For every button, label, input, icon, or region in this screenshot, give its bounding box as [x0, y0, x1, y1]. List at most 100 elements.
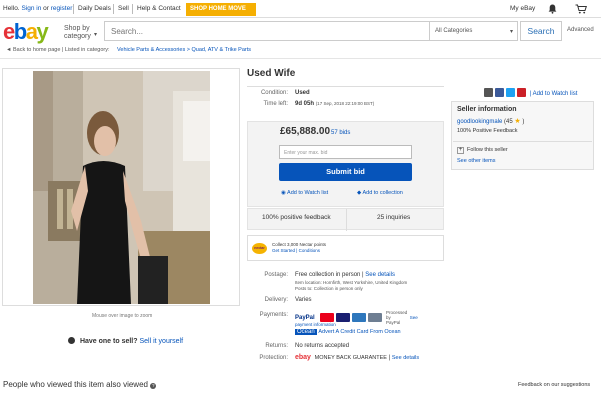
ocean-advert[interactable]: Ocean Advert A Credit Card From Ocean — [295, 329, 401, 335]
search-box[interactable] — [104, 21, 430, 41]
seller-feedback: 100% Positive Feedback — [457, 128, 518, 134]
money-back-logo: ebay — [295, 354, 311, 361]
card-icon — [368, 313, 383, 322]
register-link[interactable]: register — [51, 5, 73, 12]
divider — [247, 86, 444, 87]
category-path-link[interactable]: Vehicle Parts & Accessories > Quad, ATV … — [117, 47, 251, 53]
daily-deals-link[interactable]: Daily Deals — [78, 5, 111, 12]
seller-score: (45 — [504, 119, 513, 125]
sell-icon — [68, 337, 75, 344]
search-input[interactable] — [105, 22, 429, 40]
advanced-search-link[interactable]: Advanced — [567, 27, 594, 33]
email-icon[interactable] — [484, 88, 493, 97]
add-to-watch-list-link[interactable]: ◉ Add to Watch list — [281, 190, 328, 196]
postage-see-details-link[interactable]: See details — [365, 272, 395, 278]
ebay-logo[interactable]: ebay — [3, 19, 49, 44]
time-left-label: Time left: — [263, 101, 288, 107]
plus-icon: + — [457, 147, 464, 154]
help-icon[interactable]: ? — [150, 383, 157, 389]
back-to-home-link[interactable]: Back to home page — [13, 47, 60, 53]
item-image-frame[interactable] — [2, 68, 240, 306]
protection-logo-text: ebay — [295, 354, 311, 361]
divider — [73, 4, 74, 14]
my-ebay-link[interactable]: My eBay — [510, 5, 535, 12]
help-contact-link[interactable]: Help & Contact — [137, 5, 181, 12]
money-back-guarantee: MONEY BACK GUARANTEE — [314, 355, 387, 361]
category-select[interactable]: All Categories ▾ — [430, 21, 518, 41]
category-select-value: All Categories — [435, 28, 473, 34]
collection-icon: ◆ — [357, 190, 362, 196]
sell-prompt-text: Have one to sell? — [79, 338, 138, 345]
sell-it-yourself-link[interactable]: Sell it yourself — [139, 338, 183, 345]
max-bid-input[interactable]: Enter your max. bid — [279, 145, 412, 159]
protection-row: ebay MONEY BACK GUARANTEE | See details — [295, 354, 420, 361]
processed-by-paypal: Processed by PayPal — [386, 310, 408, 325]
returns-value: No returns accepted — [295, 343, 350, 349]
visa-icon — [336, 313, 351, 322]
amex-icon — [352, 313, 367, 322]
shop-by-category-dropdown[interactable]: Shop by category ▾ — [64, 25, 97, 41]
payment-information-link[interactable]: payment information — [295, 322, 336, 327]
search-button[interactable]: Search — [520, 21, 562, 41]
seller-name-link[interactable]: goodlookingmale — [457, 119, 502, 125]
current-price: £65,888.00 — [280, 126, 331, 137]
time-left: 9d 05h (17 Sep, 2018 22:19:00 BST) — [295, 101, 374, 107]
divider — [453, 141, 592, 142]
follow-seller-label: Follow this seller — [467, 147, 508, 153]
sell-link[interactable]: Sell — [118, 5, 129, 12]
bids-count-link[interactable]: 57 bids — [331, 130, 350, 136]
also-viewed-text: People who viewed this item also viewed — [3, 380, 148, 389]
paypal-logo: PayPal — [295, 314, 315, 321]
greeting-text: Hello. — [3, 5, 20, 12]
eye-icon: ◉ — [281, 190, 286, 196]
item-photo[interactable] — [33, 71, 210, 304]
payment-see-link[interactable]: See — [410, 315, 418, 320]
sign-in-link[interactable]: Sign in — [21, 5, 41, 12]
nectar-points-text: Collect 3,000 Nectar points — [272, 242, 327, 247]
nectar-logo: nectar — [252, 243, 267, 254]
condition-value: Used — [295, 90, 310, 96]
cart-icon[interactable] — [575, 4, 587, 14]
facebook-icon[interactable] — [495, 88, 504, 97]
end-date: (17 Sep, 2018 22:19:00 BST) — [315, 101, 375, 106]
time-left-value: 9d 05h — [295, 101, 315, 107]
shop-by-label: Shop by — [64, 25, 90, 32]
protection-label: Protection: — [259, 355, 288, 361]
postage-label: Postage: — [264, 272, 288, 278]
item-location: Item location: Hornfirth, West Yorkshire… — [295, 280, 408, 285]
nectar-links[interactable]: Get Started | Conditions — [272, 248, 320, 253]
follow-seller-button[interactable]: + Follow this seller — [457, 147, 508, 154]
seller-info-title: Seller information — [457, 106, 517, 113]
logo-letter-b: b — [13, 19, 27, 44]
divider — [132, 4, 133, 14]
see-other-items-link[interactable]: See other items — [457, 158, 496, 164]
logo-letter-y: y — [36, 19, 48, 44]
photo-drawing — [33, 71, 210, 304]
watch-label: Add to Watch list — [287, 190, 329, 196]
item-title: Used Wife — [247, 68, 296, 79]
ocean-logo: Ocean — [295, 329, 317, 335]
sell-prompt: Have one to sell? Sell it yourself — [68, 337, 183, 345]
also-viewed-heading: People who viewed this item also viewed … — [3, 380, 157, 389]
add-to-collection-link[interactable]: ◆ Add to collection — [357, 190, 403, 196]
category-label: category — [64, 33, 91, 40]
chevron-down-icon: ▾ — [509, 29, 513, 35]
greeting: Hello. Sign in or register — [3, 5, 72, 12]
positive-feedback-stat: 100% positive feedback — [262, 214, 331, 221]
share-watch-list-link[interactable]: | Add to Watch list — [530, 91, 578, 97]
listed-in-label: | Listed in category: — [61, 47, 110, 53]
zoom-hint: Mouse over image to zoom — [92, 313, 153, 319]
submit-bid-button[interactable]: Submit bid — [279, 163, 412, 181]
protection-see-details-link[interactable]: See details — [392, 355, 419, 361]
feedback-suggestions-link[interactable]: Feedback on our suggestions — [518, 382, 590, 388]
bell-icon[interactable] — [548, 4, 557, 14]
condition-label: Condition: — [260, 90, 288, 96]
logo-letter-a: a — [25, 19, 38, 44]
divider — [113, 4, 114, 14]
promo-banner-link[interactable]: SHOP HOME MOVE — [186, 3, 256, 16]
pinterest-icon[interactable] — [517, 88, 526, 97]
nectar-box[interactable]: nectar Collect 3,000 Nectar points Get S… — [247, 235, 444, 261]
twitter-icon[interactable] — [506, 88, 515, 97]
posts-to: Posts to: Collection in person only — [295, 286, 363, 291]
postage-value: Free collection in person — [295, 272, 361, 278]
